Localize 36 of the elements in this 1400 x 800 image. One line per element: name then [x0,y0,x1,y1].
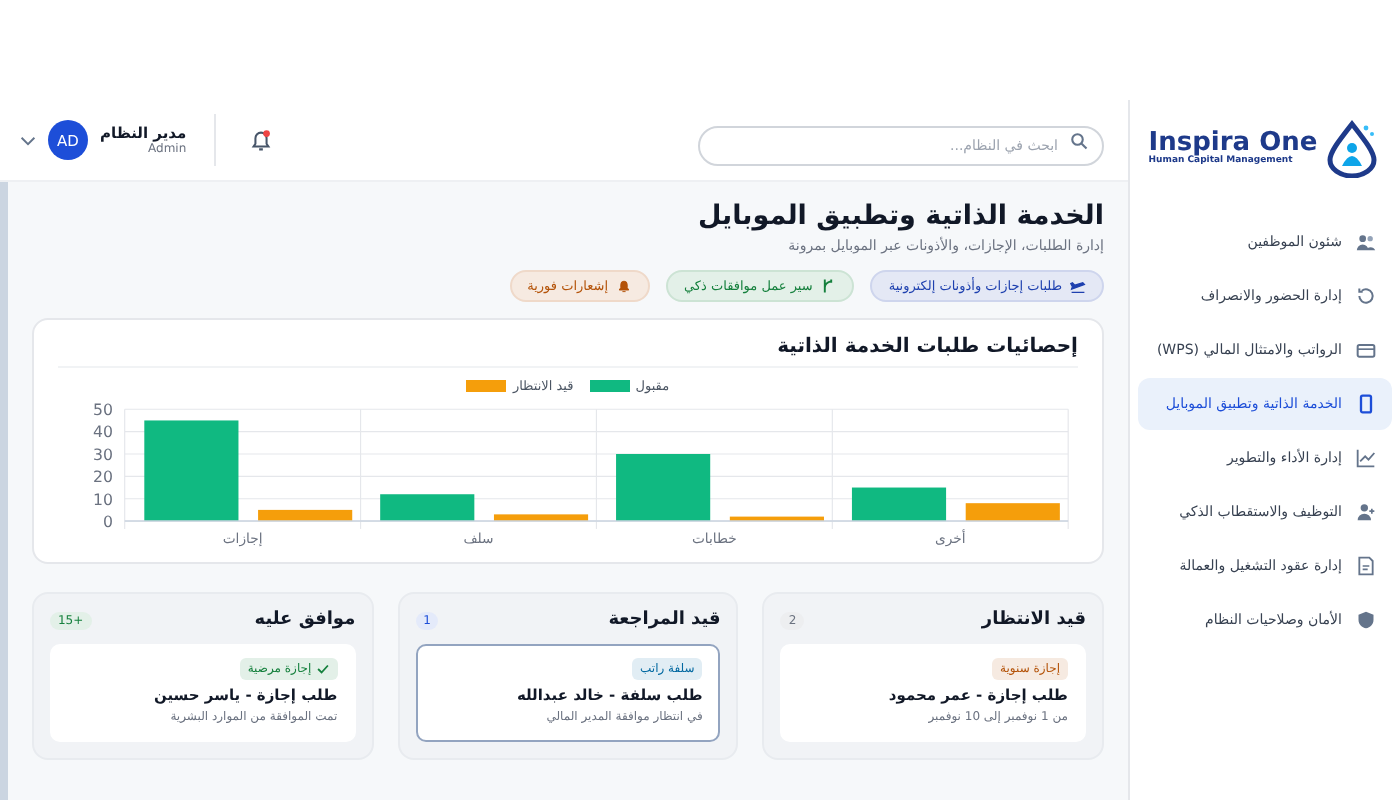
column-title: موافق عليه [254,610,356,630]
phone-icon [1356,394,1376,414]
y-tick-label: 40 [93,423,113,442]
search-icon [1070,131,1088,149]
y-tick-label: 10 [93,490,113,509]
bar [729,516,824,522]
scrollbar[interactable] [0,182,8,800]
check-icon [315,662,330,676]
document-icon [1356,556,1376,576]
y-tick-label: 0 [102,512,113,531]
page-title: الخدمة الذاتية وتطبيق الموبايل [695,200,1104,232]
bar [493,514,589,522]
y-tick-label: 20 [93,468,113,487]
column-title: قيد الانتظار [981,610,1086,630]
shield-icon [1356,610,1376,630]
bar [144,420,239,522]
bell-icon [248,127,275,153]
y-tick-label: 50 [93,401,113,420]
chevron-down-icon[interactable] [20,135,36,145]
logo-name: Inspira One [1148,130,1318,156]
bar [380,494,475,522]
bell-icon [616,278,633,294]
bar [616,454,711,522]
bar [965,503,1060,522]
y-tick-label: 30 [93,445,113,464]
card-icon [1356,340,1376,360]
chart-title: إحصائيات طلبات الخدمة الذاتية [58,336,1078,368]
chart-icon [1356,448,1376,468]
bar [851,487,947,522]
column-title: قيد المراجعة [608,610,721,630]
history-icon [1356,286,1376,306]
people-icon [1356,232,1376,252]
bar [258,509,353,522]
plane-icon [1070,278,1086,294]
user-plus-icon [1356,502,1376,522]
branch-icon [820,278,837,294]
